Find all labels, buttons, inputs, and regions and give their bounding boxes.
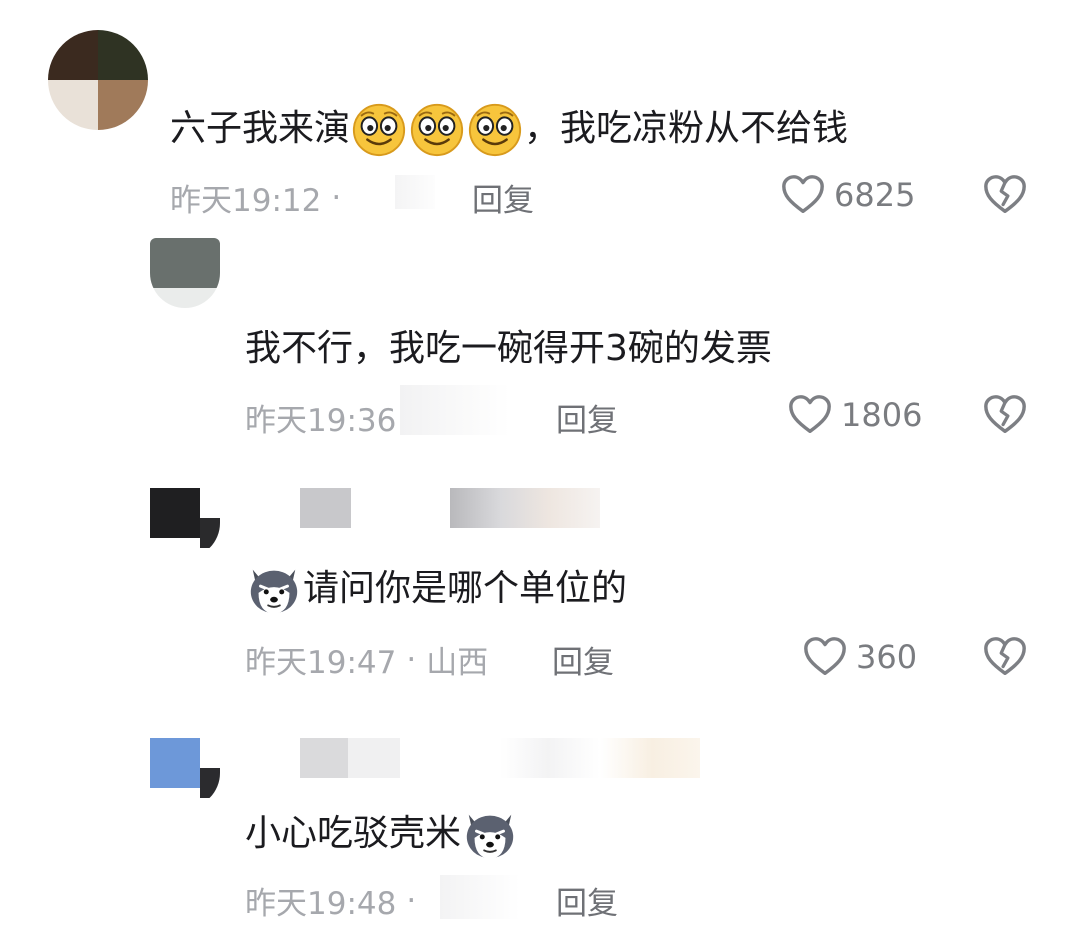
comment-text: 小心吃驳壳米 bbox=[245, 805, 519, 863]
comment-text: 请问你是哪个单位的 bbox=[245, 560, 627, 618]
smile-emoji-icon bbox=[466, 100, 524, 158]
blurred-username bbox=[300, 488, 600, 528]
reply-button[interactable]: 回复 bbox=[556, 395, 618, 440]
reply-button[interactable]: 回复 bbox=[556, 878, 618, 923]
heart-icon bbox=[802, 634, 848, 680]
comment-time: 昨天19:36 bbox=[245, 403, 397, 439]
comment-text-part: 请问你是哪个单位的 bbox=[303, 568, 628, 609]
smile-emoji-icon bbox=[350, 100, 408, 158]
broken-heart-icon[interactable] bbox=[982, 634, 1028, 680]
like-count: 360 bbox=[856, 638, 918, 676]
comment-text-part: 小心吃驳壳米 bbox=[245, 813, 462, 854]
meta-separator: · bbox=[406, 882, 417, 919]
avatar[interactable] bbox=[48, 30, 148, 130]
blurred-username bbox=[300, 738, 700, 778]
comment-meta: 昨天19:36 bbox=[245, 395, 396, 440]
heart-icon bbox=[787, 392, 833, 438]
comment-meta: 昨天19:48 · bbox=[245, 878, 416, 923]
like-button[interactable]: 1806 bbox=[787, 392, 922, 438]
like-count: 1806 bbox=[841, 396, 923, 434]
avatar[interactable] bbox=[150, 238, 220, 308]
husky-emoji-icon bbox=[245, 560, 303, 618]
comment-time: 昨天19:48 bbox=[245, 886, 397, 922]
reply-button[interactable]: 回复 bbox=[552, 637, 614, 682]
like-count: 6825 bbox=[834, 176, 916, 214]
blurred-location bbox=[440, 875, 520, 919]
like-button[interactable]: 360 bbox=[802, 634, 917, 680]
comment-meta: 昨天19:47 · 山西 bbox=[245, 637, 488, 682]
comment-text-part: 我不行，我吃一碗得开3碗的发票 bbox=[245, 328, 772, 369]
comment-text-part: 六子我来演 bbox=[170, 108, 351, 149]
comment-time: 昨天19:47 bbox=[245, 645, 397, 681]
comment-location: 山西 bbox=[426, 645, 489, 681]
comment-time: 昨天19:12 bbox=[170, 183, 322, 219]
blurred-location bbox=[400, 385, 510, 435]
comment-text: 我不行，我吃一碗得开3碗的发票 bbox=[245, 325, 772, 373]
comment-text-part: ，我吃凉粉从不给钱 bbox=[524, 108, 849, 149]
broken-heart-icon[interactable] bbox=[982, 172, 1028, 218]
comment-meta: 昨天19:12 · bbox=[170, 175, 341, 220]
reply-button[interactable]: 回复 bbox=[472, 175, 534, 220]
avatar[interactable] bbox=[150, 488, 220, 558]
avatar[interactable] bbox=[150, 738, 220, 808]
meta-separator: · bbox=[406, 641, 417, 678]
blurred-location bbox=[395, 175, 435, 209]
comment-text: 六子我来演 ，我吃凉粉从不给钱 bbox=[170, 100, 848, 158]
heart-icon bbox=[780, 172, 826, 218]
broken-heart-icon[interactable] bbox=[982, 392, 1028, 438]
husky-emoji-icon bbox=[461, 805, 519, 863]
meta-separator: · bbox=[331, 179, 342, 216]
like-button[interactable]: 6825 bbox=[780, 172, 915, 218]
smile-emoji-icon bbox=[408, 100, 466, 158]
